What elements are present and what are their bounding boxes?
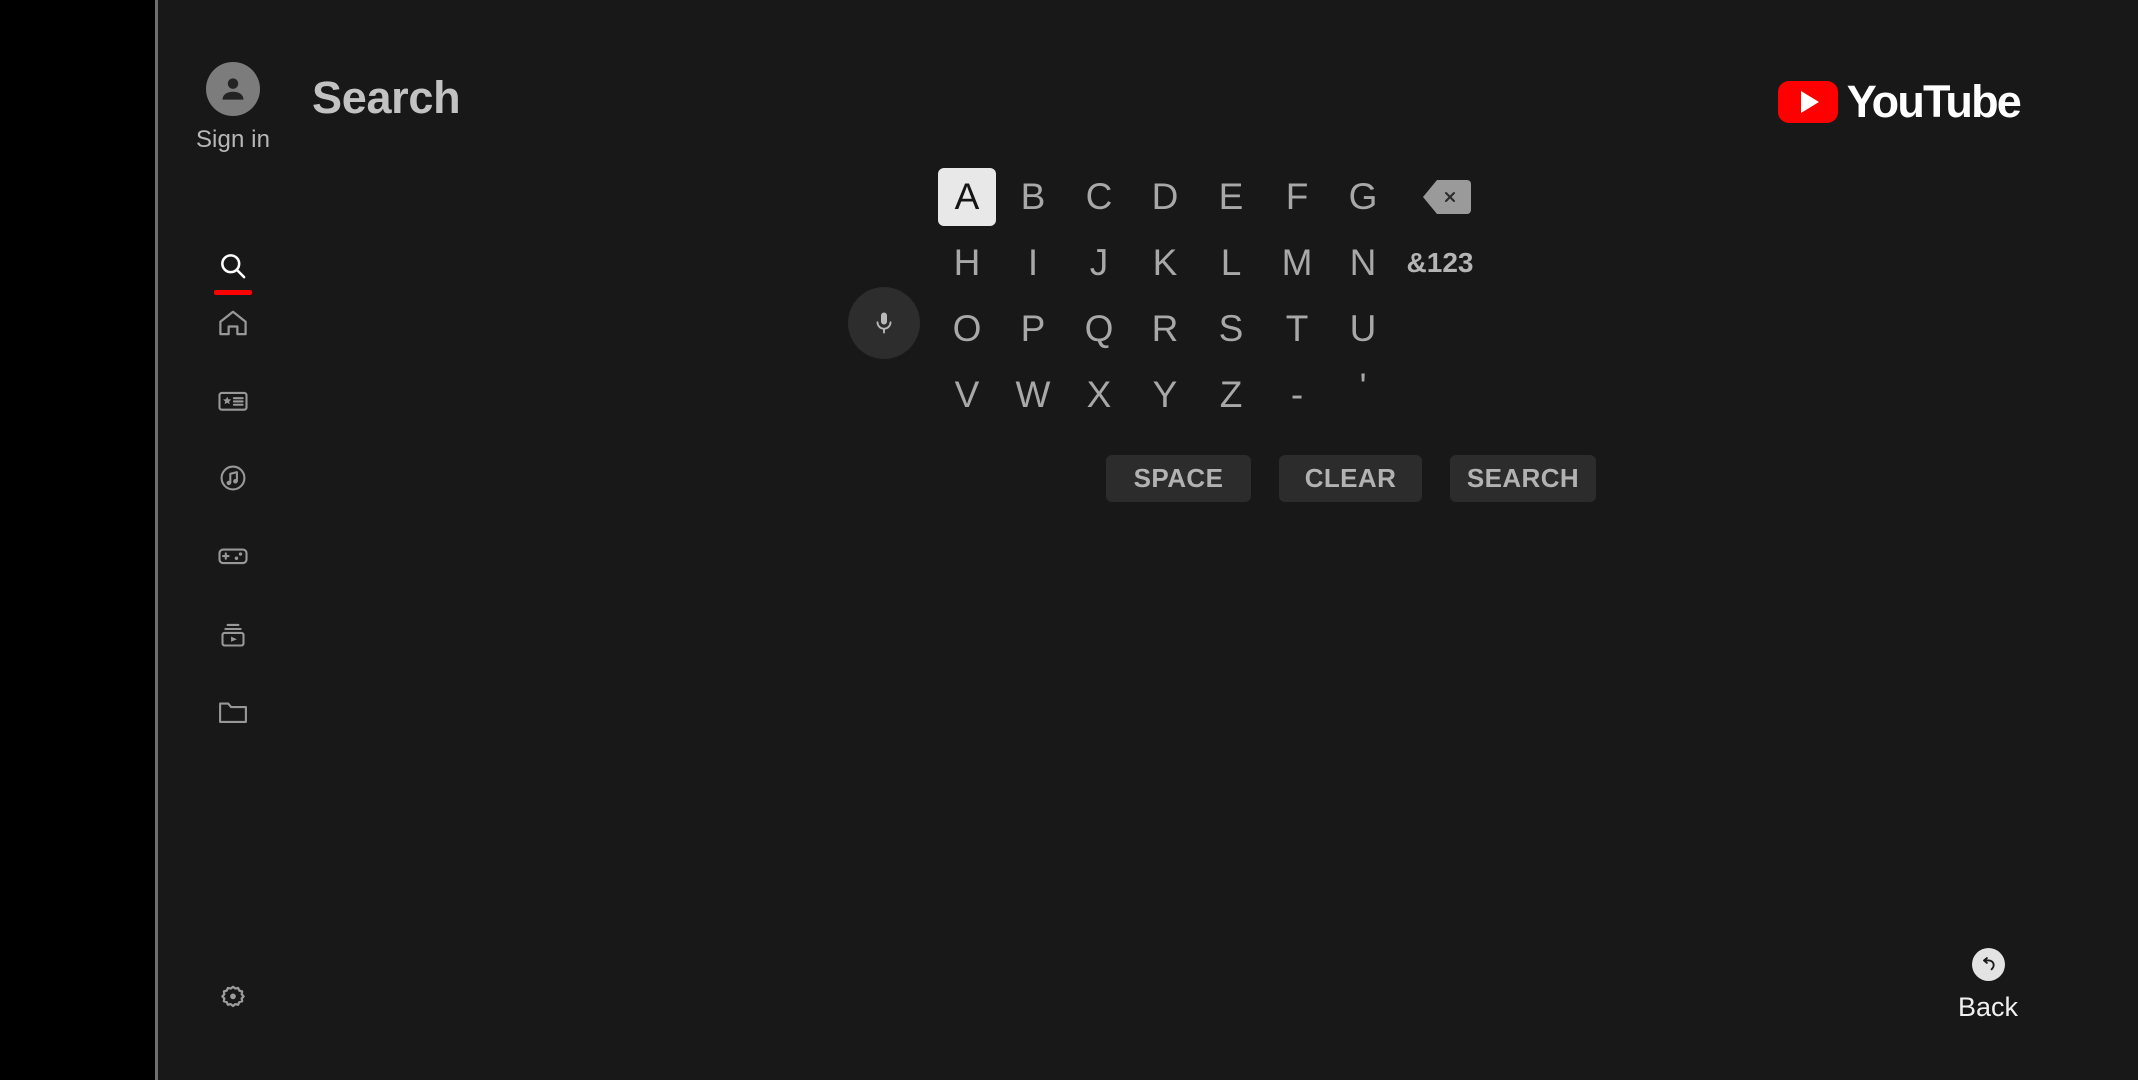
key-hyphen[interactable]: - bbox=[1268, 366, 1326, 424]
search-button[interactable]: SEARCH bbox=[1450, 455, 1596, 502]
key-m[interactable]: M bbox=[1268, 234, 1326, 292]
subscriptions-icon bbox=[218, 391, 248, 411]
key-backspace[interactable] bbox=[1408, 168, 1486, 226]
key-symbols[interactable]: &123 bbox=[1401, 234, 1479, 292]
key-l[interactable]: L bbox=[1202, 234, 1260, 292]
sign-in-label: Sign in bbox=[195, 126, 271, 153]
backspace-icon bbox=[1423, 180, 1471, 214]
app-surface: Sign in Search YouTube A B C D E F G H I… bbox=[158, 0, 2138, 1080]
search-icon bbox=[221, 254, 246, 279]
keyboard-actions: SPACE CLEAR SEARCH bbox=[1106, 455, 1596, 502]
key-w[interactable]: W bbox=[1004, 366, 1062, 424]
key-p[interactable]: P bbox=[1004, 300, 1062, 358]
key-f[interactable]: F bbox=[1268, 168, 1326, 226]
youtube-tv-search-screen: Sign in Search YouTube A B C D E F G H I… bbox=[0, 0, 2138, 1080]
back-label: Back bbox=[1957, 992, 2019, 1022]
back-arrow-icon bbox=[1971, 948, 2005, 981]
sidebar-account[interactable]: Sign in bbox=[158, 62, 308, 154]
playlist-play-icon bbox=[221, 623, 245, 647]
key-g[interactable]: G bbox=[1334, 168, 1392, 226]
sidebar-item-library[interactable] bbox=[158, 617, 308, 673]
key-c[interactable]: C bbox=[1070, 168, 1128, 226]
key-o[interactable]: O bbox=[938, 300, 996, 358]
home-icon bbox=[219, 310, 247, 336]
sidebar-item-subscriptions[interactable] bbox=[158, 383, 308, 439]
key-j[interactable]: J bbox=[1070, 234, 1128, 292]
key-s[interactable]: S bbox=[1202, 300, 1260, 358]
gamepad-icon bbox=[218, 548, 248, 565]
youtube-play-icon bbox=[1777, 81, 1838, 123]
gear-icon bbox=[221, 985, 245, 1008]
sidebar-item-settings[interactable] bbox=[158, 980, 308, 1036]
key-h[interactable]: H bbox=[938, 234, 996, 292]
back-button[interactable]: Back bbox=[1928, 948, 2048, 1023]
key-q[interactable]: Q bbox=[1070, 300, 1128, 358]
key-a[interactable]: A bbox=[938, 168, 996, 226]
key-apostrophe[interactable]: ' bbox=[1334, 366, 1392, 424]
key-u[interactable]: U bbox=[1334, 300, 1392, 358]
microphone-icon bbox=[876, 312, 892, 334]
voice-search-button[interactable] bbox=[848, 287, 920, 359]
sidebar-item-gaming[interactable] bbox=[158, 538, 308, 594]
youtube-logo-text: YouTube bbox=[1846, 76, 2022, 127]
sidebar-item-home[interactable] bbox=[158, 305, 308, 361]
key-k[interactable]: K bbox=[1136, 234, 1194, 292]
music-note-icon bbox=[220, 465, 246, 491]
key-e[interactable]: E bbox=[1202, 168, 1260, 226]
key-b[interactable]: B bbox=[1004, 168, 1062, 226]
sidebar-item-search[interactable] bbox=[158, 248, 308, 304]
key-y[interactable]: Y bbox=[1136, 366, 1194, 424]
sidebar: Sign in bbox=[158, 0, 308, 1080]
key-z[interactable]: Z bbox=[1202, 366, 1260, 424]
letterbox-bar bbox=[0, 0, 155, 1080]
key-d[interactable]: D bbox=[1136, 168, 1194, 226]
key-n[interactable]: N bbox=[1334, 234, 1392, 292]
key-i[interactable]: I bbox=[1004, 234, 1062, 292]
space-button[interactable]: SPACE bbox=[1106, 455, 1251, 502]
account-circle-icon bbox=[206, 62, 260, 116]
page-title: Search bbox=[312, 72, 461, 123]
sidebar-item-music[interactable] bbox=[158, 460, 308, 516]
key-v[interactable]: V bbox=[938, 366, 996, 424]
youtube-logo: YouTube bbox=[1777, 76, 2022, 128]
key-x[interactable]: X bbox=[1070, 366, 1128, 424]
folder-icon bbox=[219, 702, 247, 723]
clear-button[interactable]: CLEAR bbox=[1279, 455, 1422, 502]
key-t[interactable]: T bbox=[1268, 300, 1326, 358]
sidebar-item-folder[interactable] bbox=[158, 694, 308, 750]
key-r[interactable]: R bbox=[1136, 300, 1194, 358]
active-indicator bbox=[214, 290, 252, 295]
